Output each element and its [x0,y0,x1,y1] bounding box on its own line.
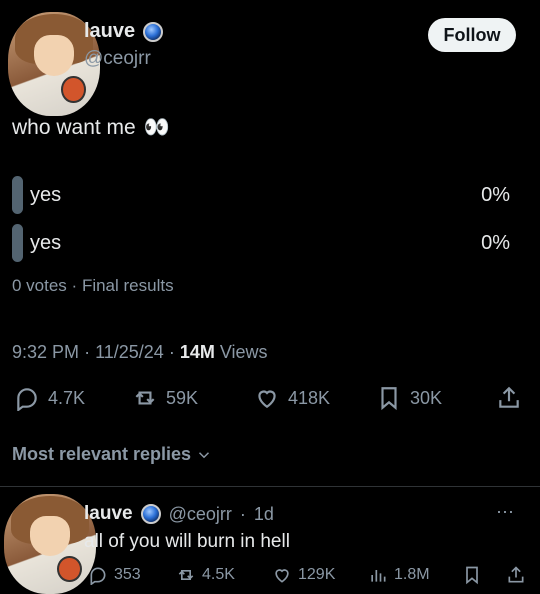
heart-icon [275,569,289,583]
heart-icon [258,390,276,408]
reply-author-handle[interactable]: @ceojrr [169,504,232,525]
avatar-face [33,34,75,77]
repost-icon [178,570,194,580]
reply-icon [90,567,106,585]
author-line: lauve [84,20,164,43]
divider [0,486,540,487]
reply-repost-count: 4.5K [202,566,235,583]
post-time[interactable]: 9:32 PM [12,342,79,362]
post-date[interactable]: 11/25/24 [95,342,164,362]
reply-like-count: 129K [298,566,336,583]
poll-option-1-percent: 0% [481,184,510,206]
avatar-headphones [57,556,82,582]
reply-age: 1d [253,503,274,524]
bookmark-icon [381,387,397,411]
eyes-emoji: 👀 [143,116,170,139]
verified-badge-icon [140,504,161,524]
poll-option-2-percent: 0% [481,232,510,254]
poll-bar-1 [12,176,23,214]
replies-filter-label: Most relevant replies [12,444,192,464]
author-name[interactable]: lauve [84,20,135,43]
share-action[interactable] [496,385,522,411]
poll-option-1-label: yes [30,184,62,206]
post-meta: 9:32 PM · 11/25/24 · 14M Views [12,342,268,362]
reply-author-avatar[interactable] [4,494,96,594]
chevron-down-icon [199,451,210,458]
reply-author-name[interactable]: lauve [84,503,133,525]
share-icon [508,566,524,583]
reply-icon [17,388,37,411]
reply-action[interactable]: 4.7K [14,385,85,411]
like-action[interactable]: 418K [254,385,330,411]
reply-bookmark-action[interactable] [462,565,482,585]
reply-reply-count: 353 [114,566,141,583]
reply-count: 4.7K [48,387,86,408]
views-label: Views [219,342,268,362]
reply-like-action[interactable]: 129K [272,565,335,585]
reply-header: lauve @ceojrr · 1d [84,503,274,525]
reply-text: all of you will burn in hell [84,531,290,552]
reply-reply-action[interactable]: 353 [88,565,141,585]
bookmark-count: 30K [410,387,443,408]
poll-bar-2 [12,224,23,262]
poll-votes: 0 votes [12,276,67,295]
reply-views-count: 1.8M [394,566,430,583]
avatar-headphones [61,76,86,104]
reply-views-action[interactable]: 1.8M [368,565,430,585]
bookmark-action[interactable]: 30K [376,385,442,411]
like-count: 418K [288,387,331,408]
repost-count: 59K [166,387,199,408]
follow-button[interactable]: Follow [428,18,516,52]
share-icon [499,386,519,408]
views-count: 14M [179,342,215,362]
poll-meta: 0 votes · Final results [12,276,174,295]
repost-icon [135,391,155,405]
poll-status: Final results [81,276,174,295]
author-handle[interactable]: @ceojrr [84,48,151,70]
poll-option-2-label: yes [30,232,62,254]
avatar-face [29,516,71,556]
verified-badge-icon [143,21,164,42]
views-icon [371,570,386,582]
reply-repost-action[interactable]: 4.5K [176,565,235,585]
post-text-line: who want me 👀 [12,116,170,140]
replies-filter[interactable]: Most relevant replies [12,444,213,465]
bookmark-icon [466,566,478,585]
more-options-icon[interactable]: ⋯ [496,502,515,523]
repost-action[interactable]: 59K [132,385,198,411]
post-text: who want me [12,116,136,139]
reply-share-action[interactable] [506,565,526,585]
